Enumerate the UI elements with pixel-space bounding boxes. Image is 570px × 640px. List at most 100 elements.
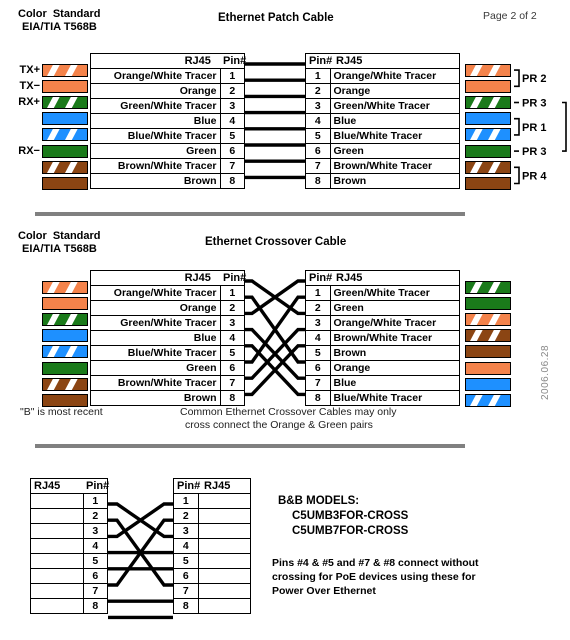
pair-label: PR 1 [522,122,546,134]
table-row: 6 [173,568,251,584]
wire-color-name: Green/White Tracer [90,98,221,114]
wire-color-name: Blue [90,113,221,129]
pin-number: 4 [82,538,108,554]
tracer-stripe [466,64,486,76]
pin-number: 2 [305,300,331,316]
table-row: 7 [30,583,108,599]
wire-color-swatch [465,95,511,109]
header-rj45: RJ45 [330,53,460,69]
table-row: 6 Green [305,143,460,159]
patch-left-table-wrap: RJ45 Pin# Orange/White Tracer 1 Orange 2 Gree… [90,53,246,189]
signal-label-pin-2: TX− [19,80,40,93]
table-row: Blue/White Tracer 5 [90,128,245,144]
table-row: 6 [30,568,108,584]
wire-color-name: Brown/White Tracer [329,158,460,174]
wire-color-name: Green/White Tracer [329,285,460,301]
table-row: 4 [173,538,251,554]
table-row: Orange 2 [90,300,245,316]
pair-label: PR 4 [522,170,547,182]
crossover-left-pin-table: RJ45 Pin# Orange/White Tracer 1 Orange 2 Gree… [90,270,246,406]
wire-color-name: Green/White Tracer [329,98,460,114]
pin-number: 6 [82,568,108,584]
wire-color-name: Blue [329,113,460,129]
patch-wire-bundle [245,53,305,193]
pin-number: 1 [173,493,199,509]
wire-color-swatch [465,361,511,375]
wire-color-swatch [465,393,511,407]
wire-color-swatch [42,79,88,93]
poe-note-line2: crossing for PoE devices using these for [272,571,476,583]
patch-standard-line1: Color Standard [18,8,101,20]
pin-number: 8 [305,390,331,406]
table-row: 2 Green [305,300,460,316]
wire-color-name: Orange/White Tracer [90,68,221,84]
tracer-stripe [466,96,486,108]
wire-color-swatch [465,128,511,142]
pin-number: 8 [82,598,108,614]
wire-color-swatch [42,176,88,190]
pin-number: 6 [305,143,331,159]
table-header-row: RJ45 Pin# [90,270,246,286]
wire-color-name: Orange/White Tracer [329,68,460,84]
section-divider-1 [35,212,465,216]
poe-left-pin-table: RJ45 Pin# 1 2 3 4 5 6 7 8 [30,478,109,614]
wire-color-name: Blue [329,375,460,391]
wire-color-swatch [465,176,511,190]
pin-number: 1 [305,68,331,84]
table-row: Orange/White Tracer 1 [90,68,245,84]
table-row: 2 [173,508,251,524]
tracer-stripe [482,394,504,406]
tracer-stripe [466,129,486,141]
tracer-stripe [466,313,486,325]
tracer-stripe [43,129,63,141]
tracer-stripe [43,346,63,358]
poe-note-line1: Pins #4 & #5 and #7 & #8 connect without [272,557,479,569]
table-row: 1 Orange/White Tracer [305,68,460,84]
header-rj45: RJ45 [30,478,83,494]
signal-label-pin-3: RX+ [18,96,40,109]
table-row: 8 [30,598,108,614]
table-row: Brown 8 [90,173,245,189]
header-rj45: RJ45 [90,270,220,286]
patch-cable-title: Ethernet Patch Cable [218,12,334,24]
table-row: 8 Blue/White Tracer [305,390,460,406]
tracer-stripe [43,161,63,173]
table-row: 5 [173,553,251,569]
models-title: B&B MODELS: [278,495,360,507]
signal-label-pin-4 [8,111,40,127]
wire-color-swatch [42,345,88,359]
table-row: Brown/White Tracer 7 [90,158,245,174]
wire-color-cell [30,493,84,509]
patch-signal-labels: TX+ TX− RX+ RX− [8,62,40,192]
wire-color-name: Orange [90,300,221,316]
wire-color-swatch [42,377,88,391]
pair-bracket [514,117,520,136]
tracer-stripe [59,378,81,390]
wire-color-swatch [42,296,88,310]
crossover-note-line2: cross connect the Orange & Green pairs [185,419,373,431]
table-row: 8 Brown [305,173,460,189]
tracer-stripe [43,313,63,325]
wire-color-name: Green [90,360,221,376]
header-rj45: RJ45 [330,270,460,286]
table-row: 1 [30,493,108,509]
poe-note-line3: Power Over Ethernet [272,585,376,597]
pin-number: 4 [305,330,331,346]
tracer-stripe [59,313,81,325]
wire-color-cell [30,508,84,524]
pair-label: PR 3 [522,98,546,110]
pin-number: 7 [219,158,245,174]
pair-outer-bracket [562,101,567,152]
table-row: 7 Blue [305,375,460,391]
crossover-right-swatch-column [465,279,511,409]
tracer-stripe [466,281,486,293]
pin-number: 2 [305,83,331,99]
table-row: Green 6 [90,143,245,159]
table-row: 1 [173,493,251,509]
wire-color-name: Brown [90,173,221,189]
pin-number: 4 [305,113,331,129]
wire-color-name: Blue/White Tracer [329,128,460,144]
wire-color-swatch [465,296,511,310]
wire-color-swatch [465,160,511,174]
tracer-stripe [466,161,486,173]
